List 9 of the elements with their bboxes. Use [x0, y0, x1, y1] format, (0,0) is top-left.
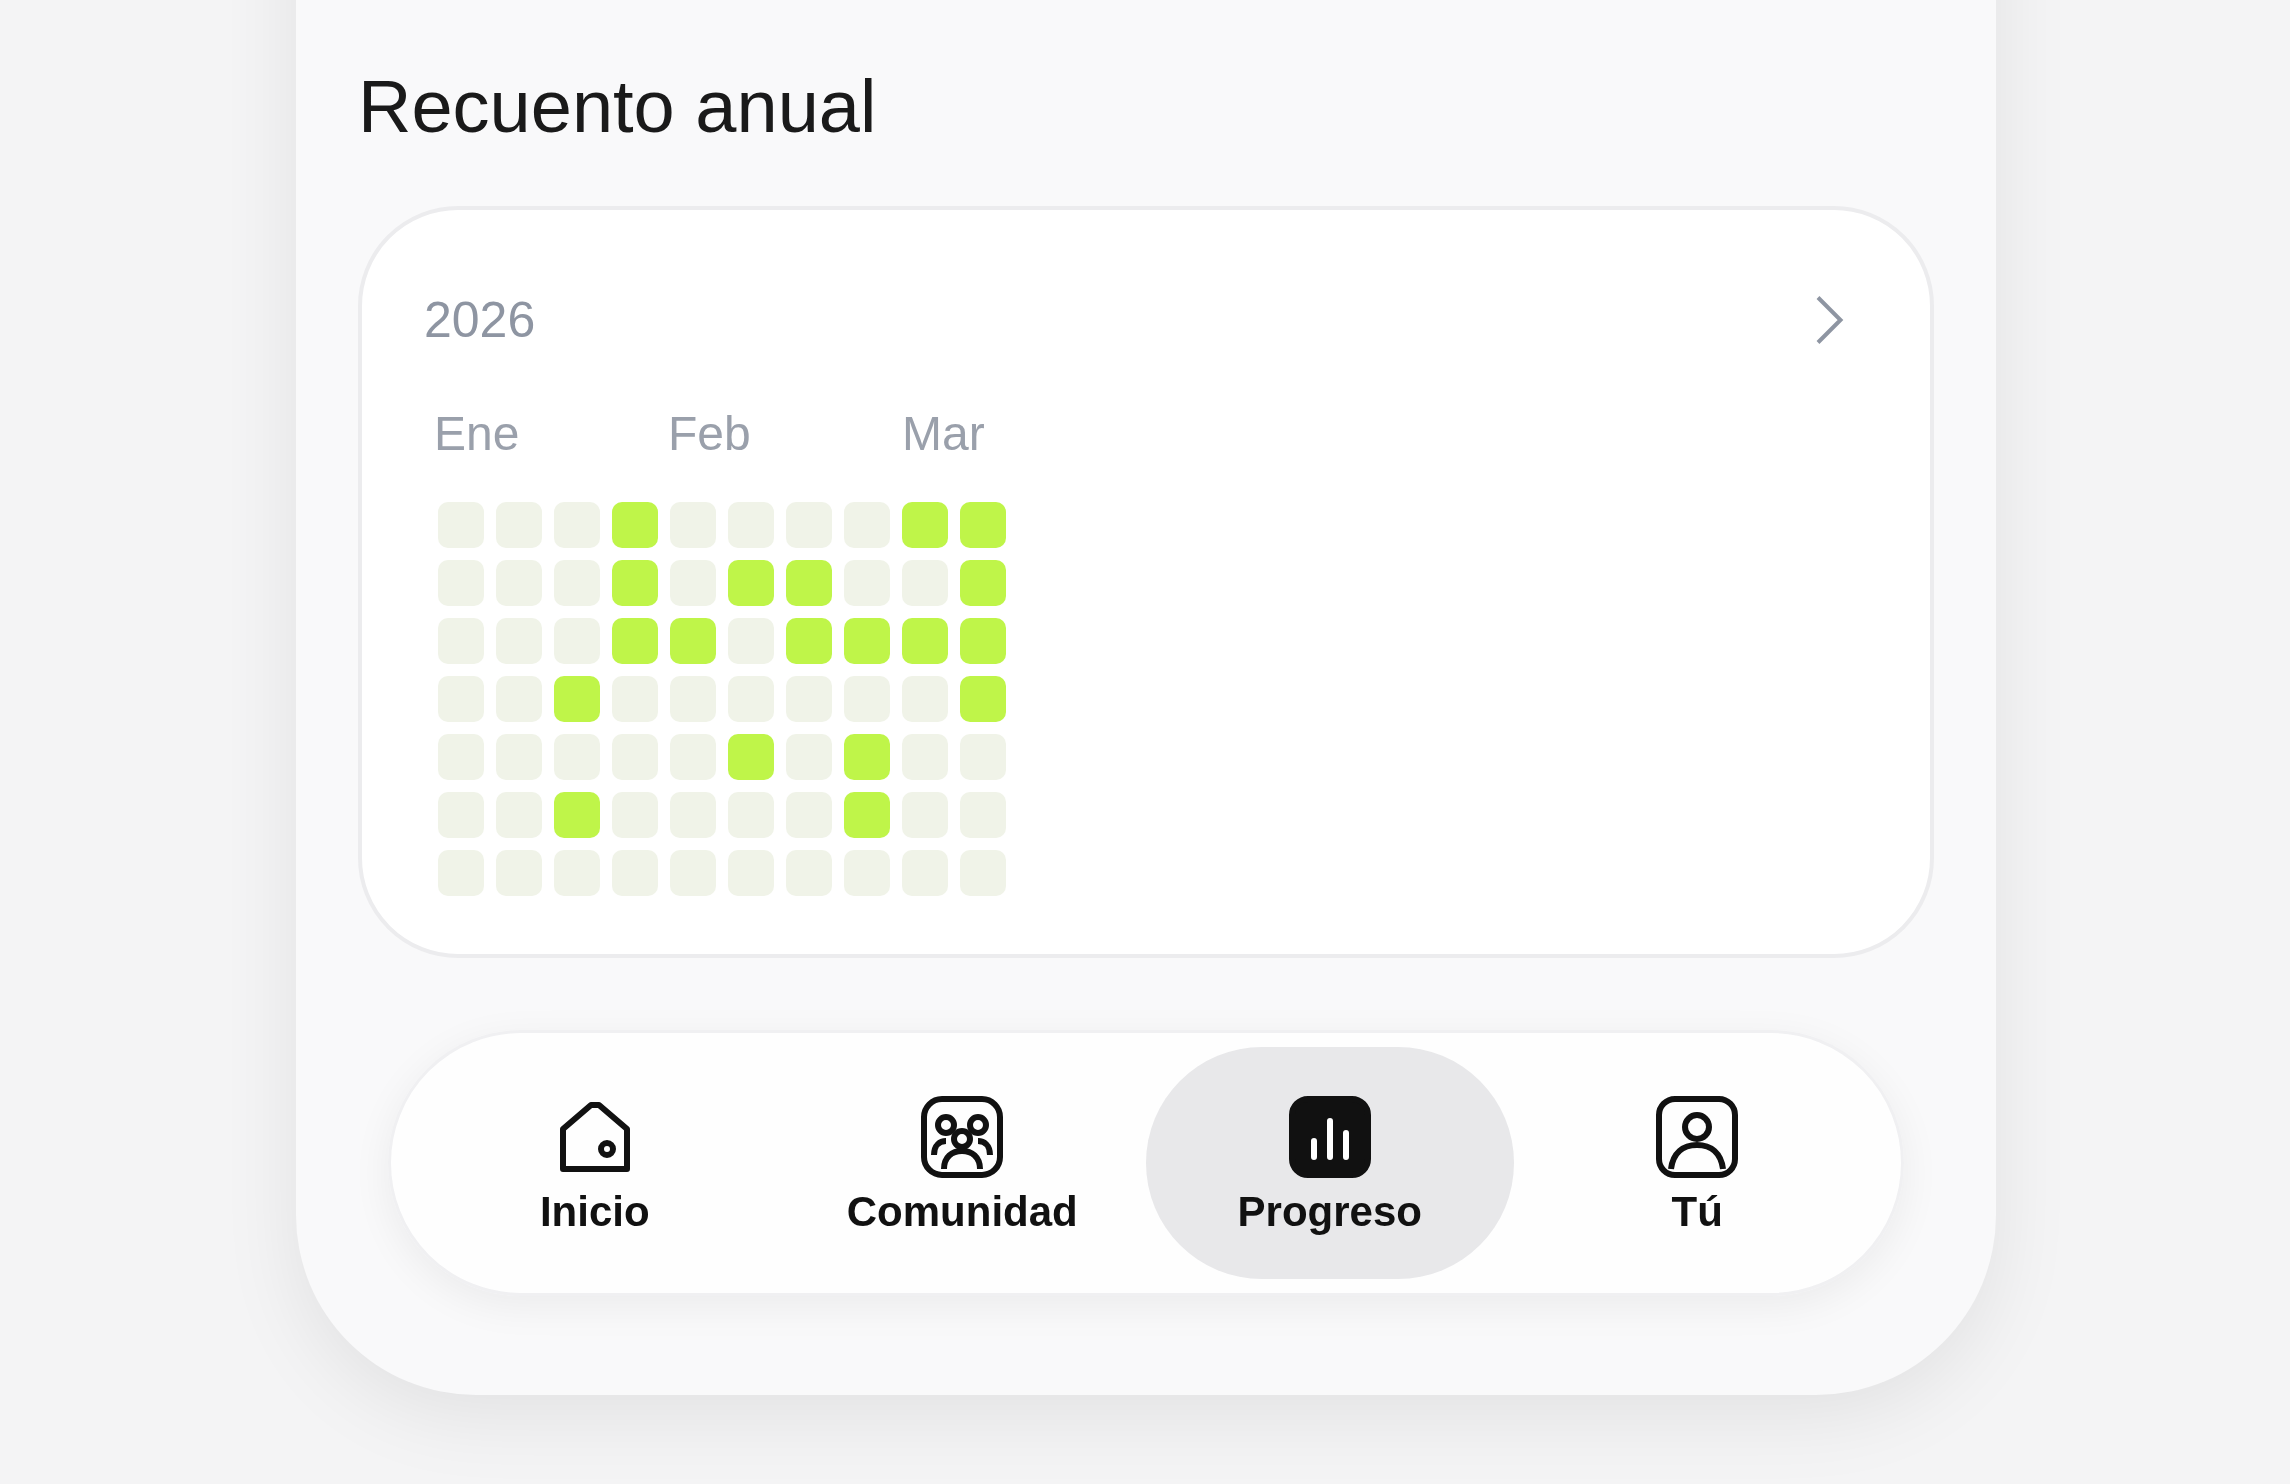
- month-label: Ene: [434, 410, 521, 458]
- nav-tab[interactable]: Comunidad: [778, 1047, 1146, 1279]
- nav-tab[interactable]: Inicio: [411, 1047, 779, 1279]
- month-label: Mar: [902, 410, 986, 458]
- year-label: 2026: [424, 295, 536, 345]
- nav-tab[interactable]: Progreso: [1146, 1047, 1514, 1279]
- month-label: Feb: [668, 410, 752, 458]
- section-title: Recuento anual: [358, 70, 878, 144]
- nav-tab[interactable]: Tú: [1513, 1047, 1881, 1279]
